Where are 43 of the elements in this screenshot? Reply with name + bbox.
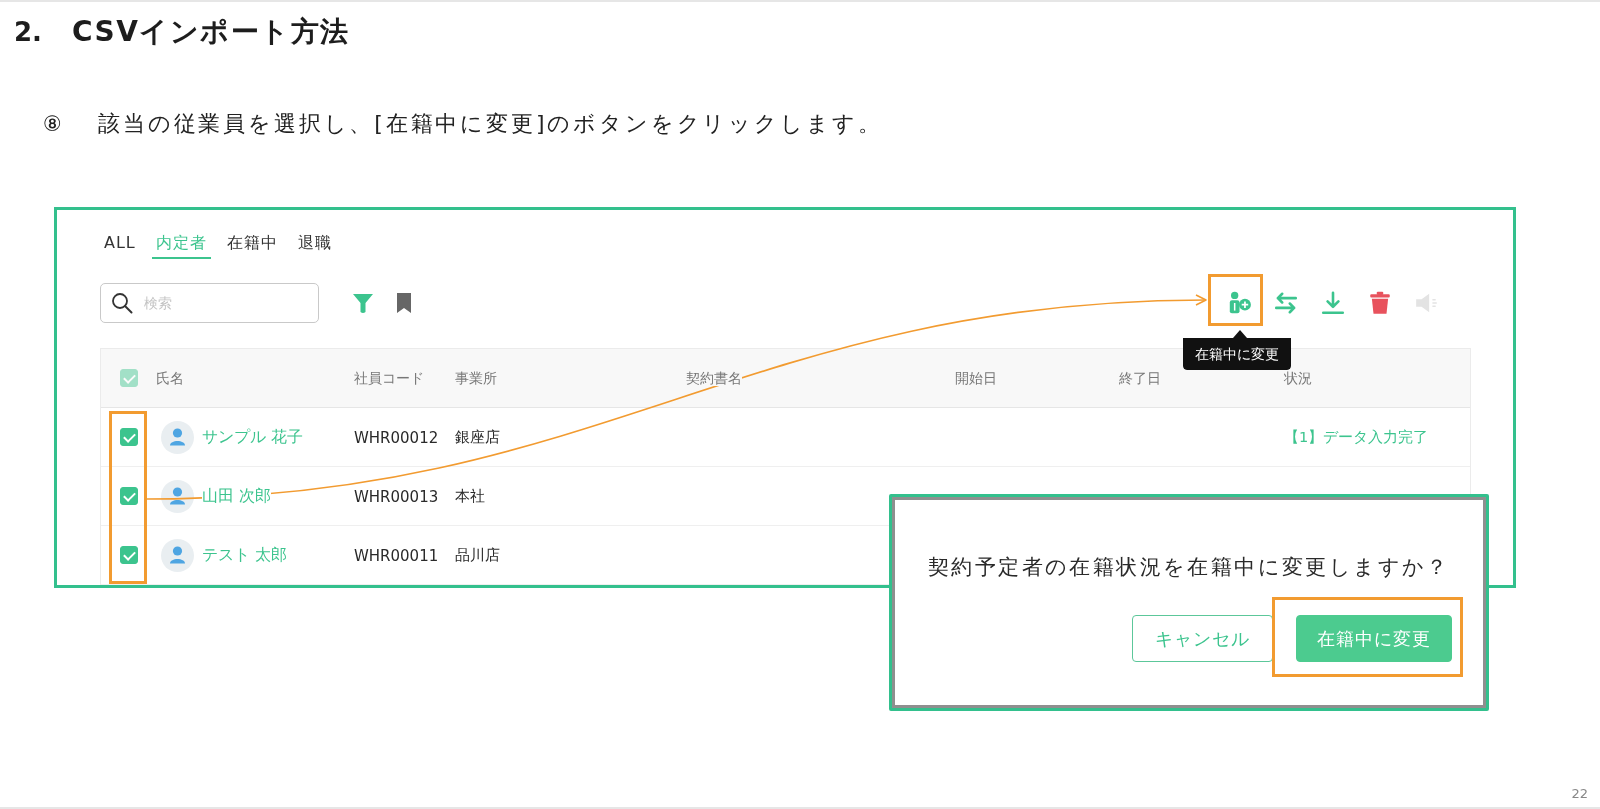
- checkbox[interactable]: [120, 428, 138, 446]
- confirm-button[interactable]: 在籍中に変更: [1296, 615, 1452, 662]
- tab[interactable]: 退職: [293, 232, 336, 259]
- column-header: 契約書名: [686, 370, 742, 386]
- table-cell: WHR00012: [354, 428, 439, 447]
- column-header: 状況: [1284, 370, 1312, 386]
- tab[interactable]: 内定者: [151, 232, 211, 259]
- filter-icon[interactable]: [352, 292, 374, 314]
- employee-name[interactable]: サンプル 花子: [202, 426, 304, 448]
- swap-arrows-icon[interactable]: [1273, 290, 1299, 316]
- table-cell: 銀座店: [455, 428, 500, 446]
- status-label: 【1】データ入力完了: [1284, 429, 1429, 445]
- employee-name[interactable]: 山田 次郎: [202, 485, 272, 507]
- checkbox[interactable]: [120, 546, 138, 564]
- employee-name[interactable]: テスト 太郎: [202, 544, 288, 566]
- highlight-frame: [1208, 274, 1263, 326]
- table-cell: WHR00013: [354, 487, 439, 506]
- dialog-message: 契約予定者の在籍状況を在籍中に変更しますか？: [928, 554, 1450, 581]
- column-header: 氏名: [156, 370, 184, 386]
- table-cell: 品川店: [455, 546, 500, 564]
- step-instruction: 該当の従業員を選択し、[在籍中に変更]のボタンをクリックします。: [98, 110, 883, 138]
- tab[interactable]: 在籍中: [222, 232, 282, 259]
- table-cell: 本社: [455, 487, 485, 505]
- step-number: ⑧: [43, 111, 63, 138]
- column-header: 事業所: [455, 370, 497, 386]
- download-icon[interactable]: [1320, 290, 1346, 316]
- tab[interactable]: ALL: [100, 232, 140, 259]
- avatar-icon: [161, 538, 194, 572]
- section-title: CSVインポート方法: [72, 14, 350, 50]
- bookmark-icon[interactable]: [396, 292, 412, 314]
- column-header: 終了日: [1119, 370, 1161, 386]
- avatar-icon: [161, 420, 194, 454]
- column-header: 開始日: [955, 370, 997, 386]
- search-field[interactable]: 検索: [100, 283, 319, 323]
- trash-icon[interactable]: [1367, 290, 1393, 316]
- section-number: 2.: [14, 16, 43, 49]
- table-cell: WHR00011: [354, 546, 439, 565]
- column-header: 社員コード: [354, 370, 424, 386]
- search-icon: [111, 292, 133, 314]
- page-number: 22: [1571, 786, 1588, 802]
- cancel-button[interactable]: キャンセル: [1132, 615, 1273, 662]
- avatar-icon: [161, 479, 194, 513]
- checkbox[interactable]: [120, 487, 138, 505]
